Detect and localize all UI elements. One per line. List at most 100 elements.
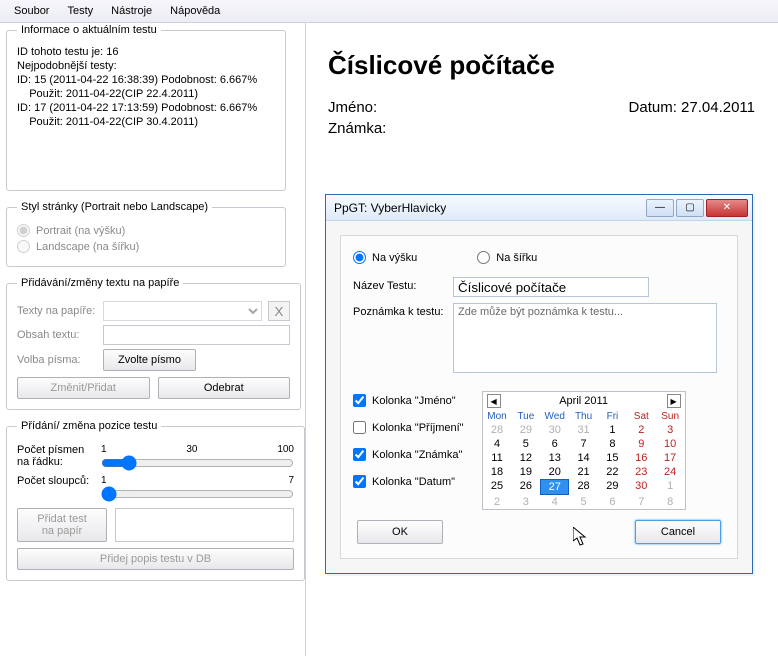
cal-day[interactable]: 7 — [627, 495, 656, 509]
kolonka-label: Kolonka "Známka" — [372, 449, 462, 461]
cal-day[interactable]: 24 — [656, 465, 685, 479]
cal-day[interactable]: 5 — [511, 437, 540, 451]
dialog-vyberhlavicky: PpGT: VyberHlavicky ― ▢ ✕ Na výšku Na ší… — [325, 194, 753, 574]
portrait-label: Portrait (na výšku) — [36, 225, 125, 237]
cal-dow: Thu — [569, 410, 598, 423]
cal-day[interactable]: 10 — [656, 437, 685, 451]
doc-jmeno: Jméno: — [328, 99, 377, 116]
cal-day[interactable]: 22 — [598, 465, 627, 479]
cal-title: April 2011 — [507, 395, 661, 407]
texts-select[interactable] — [103, 301, 262, 321]
position-input[interactable] — [115, 508, 294, 542]
cal-day[interactable]: 30 — [627, 479, 656, 495]
landscape-label: Landscape (na šířku) — [36, 241, 139, 253]
menu-tools[interactable]: Nástroje — [103, 3, 160, 19]
poznamka-textarea[interactable] — [453, 303, 717, 373]
na-sirku-radio[interactable] — [477, 251, 490, 264]
cal-day[interactable]: 28 — [569, 479, 598, 495]
cal-day[interactable]: 29 — [511, 423, 540, 437]
cal-day[interactable]: 20 — [540, 465, 569, 479]
add-test-button[interactable]: Přidat test na papír — [17, 508, 107, 542]
textedit-legend: Přidávání/změny textu na papíře — [17, 277, 183, 289]
cal-day[interactable]: 13 — [540, 451, 569, 465]
x-button[interactable]: X — [268, 301, 290, 321]
nazev-label: Název Testu: — [353, 277, 445, 292]
kolonka-checkbox[interactable] — [353, 448, 366, 461]
nazev-input[interactable] — [453, 277, 649, 297]
cal-day[interactable]: 1 — [598, 423, 627, 437]
cal-dow: Fri — [598, 410, 627, 423]
minimize-button[interactable]: ― — [646, 199, 674, 217]
change-add-button[interactable]: Změnit/Přidat — [17, 377, 150, 399]
cal-day[interactable]: 3 — [511, 495, 540, 509]
cal-day[interactable]: 21 — [569, 465, 598, 479]
cal-day[interactable]: 5 — [569, 495, 598, 509]
kolonka-checkbox[interactable] — [353, 475, 366, 488]
style-fieldset: Styl stránky (Portrait nebo Landscape) P… — [6, 201, 286, 267]
cal-day[interactable]: 8 — [656, 495, 685, 509]
cal-day[interactable]: 29 — [598, 479, 627, 495]
style-legend: Styl stránky (Portrait nebo Landscape) — [17, 201, 212, 213]
cal-day[interactable]: 23 — [627, 465, 656, 479]
cal-prev-icon[interactable]: ◀ — [487, 394, 501, 408]
cal-day[interactable]: 3 — [656, 423, 685, 437]
close-button[interactable]: ✕ — [706, 199, 748, 217]
portrait-radio[interactable] — [17, 224, 30, 237]
cal-day[interactable]: 4 — [483, 437, 512, 451]
add-db-button[interactable]: Přidej popis testu v DB — [17, 548, 294, 570]
similar-line: ID: 17 (2011-04-22 17:13:59) Podobnost: … — [17, 102, 275, 114]
content-input[interactable] — [103, 325, 290, 345]
cal-day[interactable]: 6 — [598, 495, 627, 509]
tick: 100 — [277, 444, 294, 455]
similar-label: Nejpodobnější testy: — [17, 60, 275, 72]
menu-file[interactable]: Soubor — [6, 3, 57, 19]
cal-day[interactable]: 8 — [598, 437, 627, 451]
texts-label: Texty na papíře: — [17, 305, 97, 317]
cal-day[interactable]: 14 — [569, 451, 598, 465]
kolonka-row: Kolonka "Příjmení" — [353, 421, 464, 434]
info-fieldset: Informace o aktuálním testu ID tohoto te… — [6, 24, 286, 191]
cal-day[interactable]: 17 — [656, 451, 685, 465]
cal-day[interactable]: 26 — [511, 479, 540, 495]
titlebar[interactable]: PpGT: VyberHlavicky ― ▢ ✕ — [326, 195, 752, 221]
cal-day[interactable]: 27 — [540, 479, 569, 495]
tick: 30 — [186, 444, 197, 455]
cal-day[interactable]: 6 — [540, 437, 569, 451]
kolonka-label: Kolonka "Jméno" — [372, 395, 456, 407]
cal-day[interactable]: 28 — [483, 423, 512, 437]
cancel-button[interactable]: Cancel — [635, 520, 721, 544]
cal-day[interactable]: 25 — [483, 479, 512, 495]
cal-day[interactable]: 12 — [511, 451, 540, 465]
cal-day[interactable]: 7 — [569, 437, 598, 451]
cols-slider[interactable] — [101, 486, 294, 502]
remove-button[interactable]: Odebrat — [158, 377, 291, 399]
font-label: Volba písma: — [17, 354, 97, 366]
cal-day[interactable]: 9 — [627, 437, 656, 451]
landscape-radio[interactable] — [17, 240, 30, 253]
cal-day[interactable]: 19 — [511, 465, 540, 479]
ok-button[interactable]: OK — [357, 520, 443, 544]
letters-slider[interactable] — [101, 455, 294, 471]
cal-day[interactable]: 31 — [569, 423, 598, 437]
cal-day[interactable]: 16 — [627, 451, 656, 465]
letters-label: Počet písmen na řádku: — [17, 444, 97, 468]
cal-day[interactable]: 2 — [483, 495, 512, 509]
maximize-button[interactable]: ▢ — [676, 199, 704, 217]
cal-next-icon[interactable]: ▶ — [667, 394, 681, 408]
cal-day[interactable]: 4 — [540, 495, 569, 509]
cal-day[interactable]: 18 — [483, 465, 512, 479]
font-button[interactable]: Zvolte písmo — [103, 349, 196, 371]
menu-help[interactable]: Nápověda — [162, 3, 228, 19]
menu-tests[interactable]: Testy — [59, 3, 101, 19]
na-vysku-radio[interactable] — [353, 251, 366, 264]
cal-day[interactable]: 30 — [540, 423, 569, 437]
kolonka-checkbox[interactable] — [353, 394, 366, 407]
kolonka-checkbox[interactable] — [353, 421, 366, 434]
cal-day[interactable]: 1 — [656, 479, 685, 495]
cal-day[interactable]: 15 — [598, 451, 627, 465]
tick: 1 — [101, 475, 107, 486]
cal-day[interactable]: 2 — [627, 423, 656, 437]
calendar[interactable]: ◀ April 2011 ▶ MonTueWedThuFriSatSun2829… — [482, 391, 686, 510]
info-legend: Informace o aktuálním testu — [17, 24, 161, 36]
cal-day[interactable]: 11 — [483, 451, 512, 465]
